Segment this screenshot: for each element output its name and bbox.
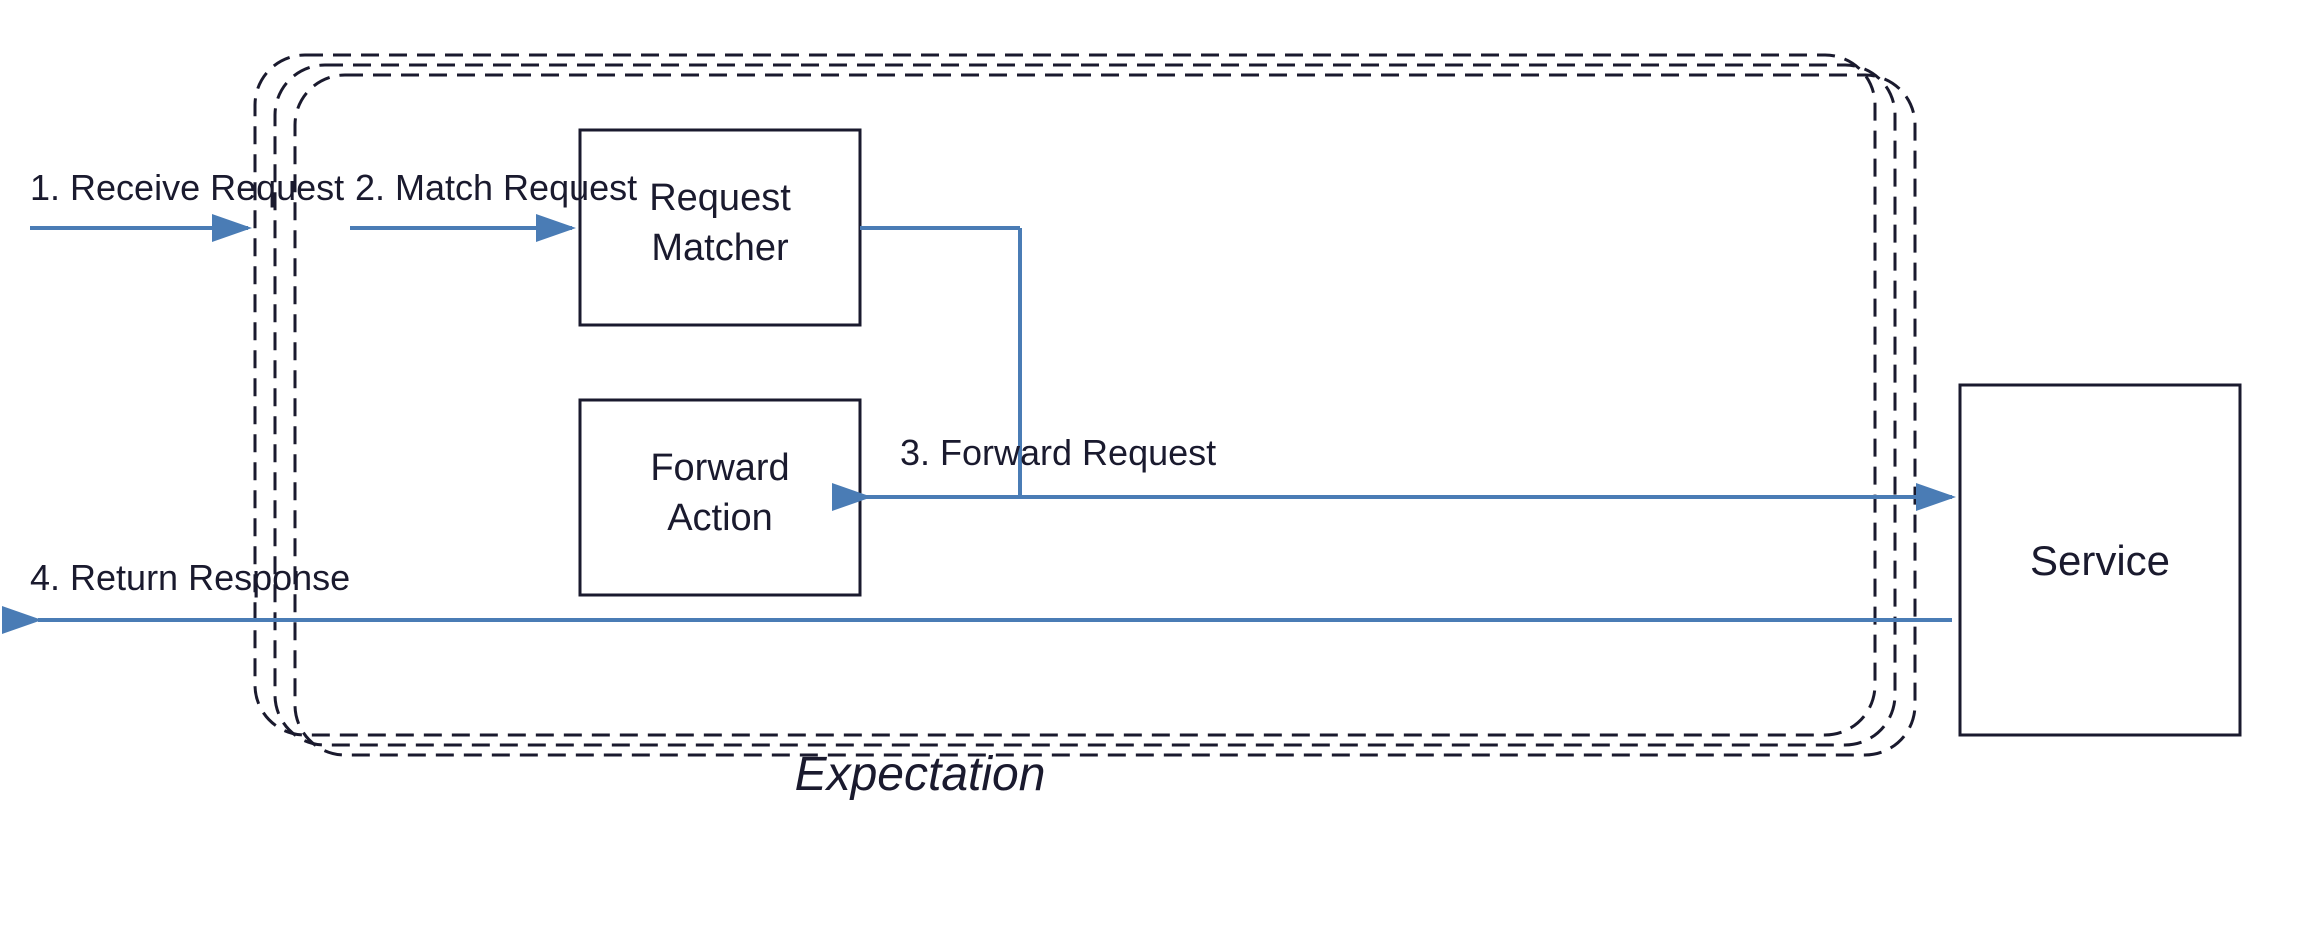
expectation-box-front [255, 55, 1875, 735]
expectation-label: Expectation [795, 748, 1046, 801]
receive-request-label: 1. Receive Request [30, 167, 344, 208]
request-matcher-label-line2: Matcher [651, 227, 789, 269]
forward-action-label-line2: Action [667, 497, 773, 539]
request-matcher-label-line1: Request [649, 177, 791, 219]
forward-action-label-line1: Forward [650, 447, 789, 489]
forward-request-label: 3. Forward Request [900, 432, 1216, 473]
service-label: Service [2030, 537, 2170, 584]
return-response-label: 4. Return Response [30, 557, 350, 598]
match-request-label: 2. Match Request [355, 167, 637, 208]
diagram-container: Expectation Request Matcher Forward Acti… [0, 0, 2312, 950]
